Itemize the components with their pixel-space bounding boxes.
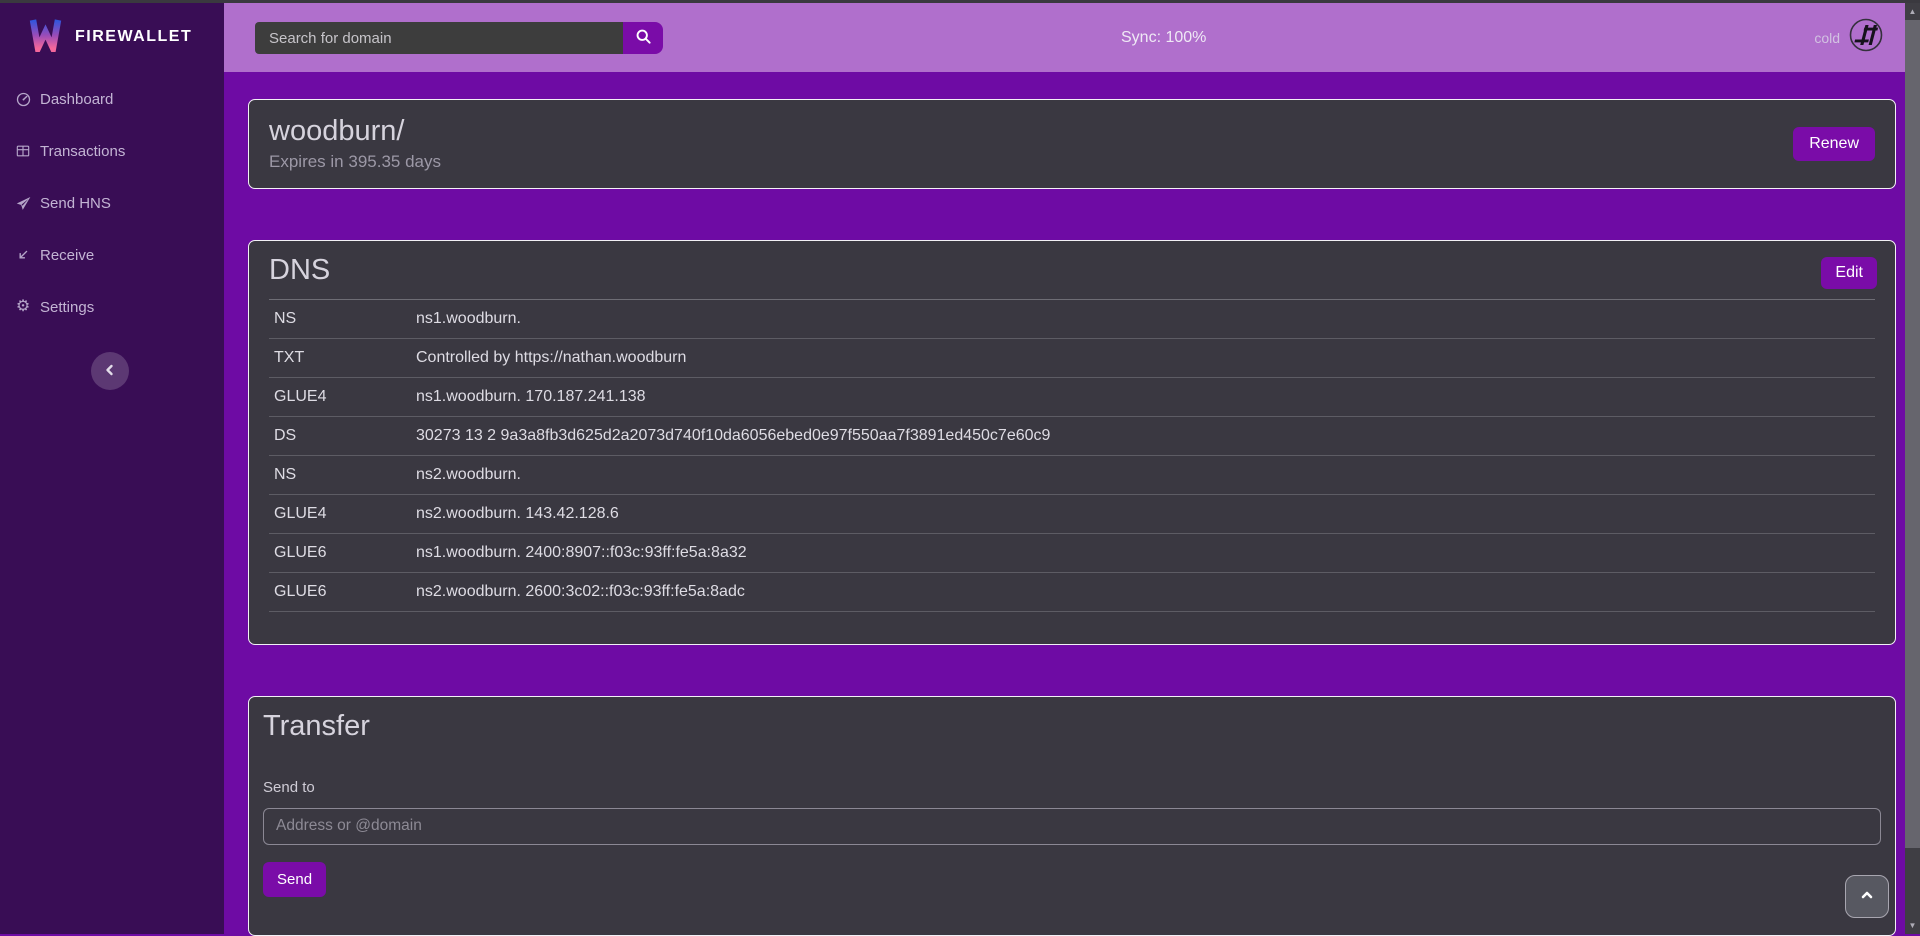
dns-record-value: Controlled by https://nathan.woodburn — [411, 338, 1875, 377]
domain-search — [255, 22, 663, 54]
sidebar-item-send-hns[interactable]: Send HNS — [0, 177, 224, 229]
send-icon — [15, 195, 31, 211]
transfer-title: Transfer — [263, 711, 1881, 743]
scrollbar-down-arrow-icon[interactable]: ▼ — [1905, 917, 1920, 934]
scrollbar-up-arrow-icon[interactable]: ▲ — [1905, 3, 1920, 20]
sidebar-item-transactions[interactable]: Transactions — [0, 125, 224, 177]
dns-records-table: NS ns1.woodburn. TXT Controlled by https… — [269, 300, 1875, 612]
sidebar-item-label: Transactions — [40, 143, 125, 160]
transfer-card: Transfer Send to Send — [248, 696, 1896, 936]
search-button[interactable] — [623, 22, 663, 54]
dns-record-type: NS — [269, 455, 411, 494]
dns-record-row: NS ns1.woodburn. — [269, 300, 1875, 339]
dns-card: DNS Edit NS ns1.woodburn. TXT — [248, 240, 1896, 645]
dns-record-value: ns1.woodburn. 2400:8907::f03c:93ff:fe5a:… — [411, 533, 1875, 572]
firewallet-logo-icon — [29, 17, 62, 57]
dns-record-value: 30273 13 2 9a3a8fb3d625d2a2073d740f10da6… — [411, 416, 1875, 455]
magnifier-icon — [635, 28, 652, 48]
dns-record-value: ns2.woodburn. 143.42.128.6 — [411, 494, 1875, 533]
handshake-logo-icon — [1849, 18, 1883, 57]
domain-title: woodburn/ — [269, 116, 441, 148]
search-input[interactable] — [255, 22, 623, 54]
scrollbar-thumb[interactable] — [1905, 20, 1920, 848]
dns-record-row: DS 30273 13 2 9a3a8fb3d625d2a2073d740f10… — [269, 416, 1875, 455]
dns-record-type: DS — [269, 416, 411, 455]
dns-record-value: ns2.woodburn. — [411, 455, 1875, 494]
scroll-to-top-button[interactable] — [1845, 875, 1889, 918]
content: woodburn/ Expires in 395.35 days Renew D… — [224, 72, 1920, 936]
wallet-name: cold — [1814, 30, 1840, 46]
speedometer-icon — [15, 91, 31, 107]
dns-record-row: NS ns2.woodburn. — [269, 455, 1875, 494]
renew-button[interactable]: Renew — [1793, 127, 1875, 161]
brand-name: FIREWALLET — [75, 28, 192, 46]
sidebar: FIREWALLET Dashboard — [0, 3, 224, 934]
chevron-up-icon — [1860, 888, 1874, 905]
dns-record-type: GLUE6 — [269, 572, 411, 611]
main-area: Sync: 100% cold — [224, 3, 1920, 934]
dns-record-type: GLUE4 — [269, 494, 411, 533]
sidebar-item-label: Send HNS — [40, 195, 111, 212]
sidebar-item-dashboard[interactable]: Dashboard — [0, 73, 224, 125]
sidebar-item-label: Receive — [40, 247, 94, 264]
dns-record-row: GLUE6 ns2.woodburn. 2600:3c02::f03c:93ff… — [269, 572, 1875, 611]
sidebar-item-label: Settings — [40, 299, 94, 316]
dns-records-body: NS ns1.woodburn. TXT Controlled by https… — [269, 300, 1875, 612]
send-transfer-button[interactable]: Send — [263, 862, 326, 897]
dns-record-type: GLUE6 — [269, 533, 411, 572]
sidebar-nav: Dashboard Transactions S — [0, 73, 224, 333]
gear-icon: ⚙ — [15, 299, 31, 315]
sidebar-item-label: Dashboard — [40, 91, 113, 108]
dns-record-type: TXT — [269, 338, 411, 377]
dns-record-type: NS — [269, 300, 411, 339]
domain-expiry: Expires in 395.35 days — [269, 152, 441, 172]
window-top-strip — [0, 0, 1920, 3]
dns-record-row: GLUE4 ns2.woodburn. 143.42.128.6 — [269, 494, 1875, 533]
send-to-label: Send to — [263, 779, 1881, 796]
table-icon — [15, 143, 31, 159]
wallet-selector[interactable]: cold — [1814, 3, 1883, 72]
sidebar-item-receive[interactable]: Receive — [0, 229, 224, 281]
vertical-scrollbar: ▲ ▼ — [1905, 3, 1920, 934]
dns-record-row: GLUE4 ns1.woodburn. 170.187.241.138 — [269, 377, 1875, 416]
dns-record-value: ns1.woodburn. 170.187.241.138 — [411, 377, 1875, 416]
sidebar-collapse-button[interactable] — [91, 352, 129, 390]
domain-card: woodburn/ Expires in 395.35 days Renew — [248, 99, 1896, 189]
dns-record-value: ns1.woodburn. — [411, 300, 1875, 339]
dns-record-type: GLUE4 — [269, 377, 411, 416]
brand: FIREWALLET — [0, 3, 224, 57]
sidebar-item-settings[interactable]: ⚙ Settings — [0, 281, 224, 333]
dns-record-row: TXT Controlled by https://nathan.woodbur… — [269, 338, 1875, 377]
edit-dns-button[interactable]: Edit — [1821, 257, 1877, 289]
sync-status: Sync: 100% — [1121, 3, 1206, 72]
arrow-down-left-icon — [15, 247, 31, 263]
chevron-left-icon — [104, 364, 116, 379]
dns-record-row: GLUE6 ns1.woodburn. 2400:8907::f03c:93ff… — [269, 533, 1875, 572]
topbar: Sync: 100% cold — [224, 3, 1920, 72]
dns-title: DNS — [269, 255, 1875, 287]
transfer-address-input[interactable] — [263, 808, 1881, 845]
dns-record-value: ns2.woodburn. 2600:3c02::f03c:93ff:fe5a:… — [411, 572, 1875, 611]
